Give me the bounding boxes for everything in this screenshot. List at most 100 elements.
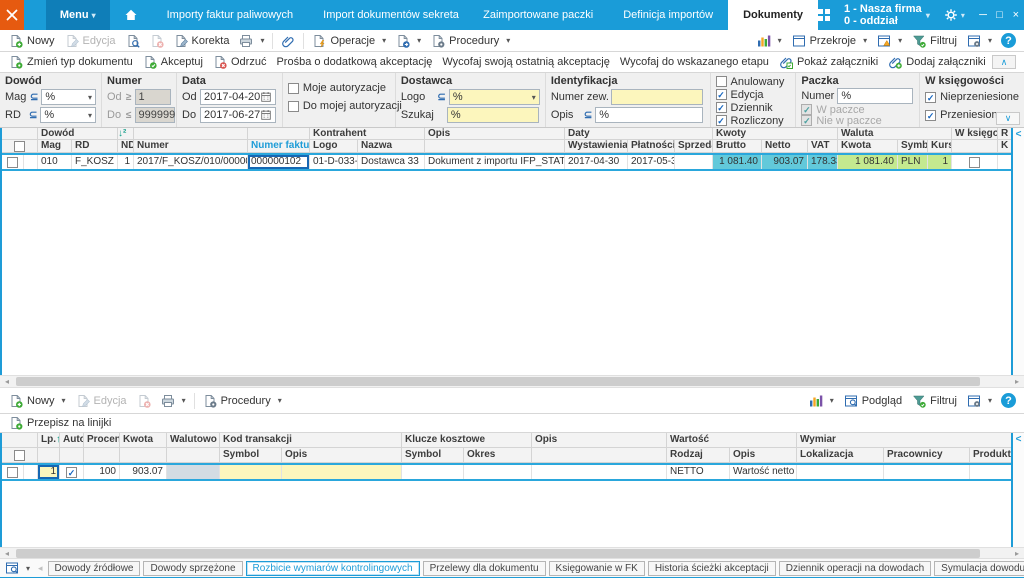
- withdraw-to-stage-button[interactable]: Wycofaj do wskazanego etapu: [615, 52, 774, 72]
- tab-importy-faktur[interactable]: Importy faktur paliwowych: [152, 0, 309, 30]
- column-lokalizacja[interactable]: Lokalizacja: [797, 448, 884, 462]
- export-button[interactable]: ▾: [391, 31, 426, 51]
- row-checkbox[interactable]: [7, 466, 18, 478]
- show-attachments-button[interactable]: Pokaż załączniki: [774, 52, 883, 72]
- add-attachments-button[interactable]: Dodaj załączniki: [883, 52, 990, 72]
- column-opis[interactable]: Opis: [425, 128, 565, 139]
- cell-nazwa[interactable]: Dostawca 33: [358, 155, 425, 169]
- print-button[interactable]: ▾: [234, 31, 269, 51]
- column-kt-opis[interactable]: Opis: [282, 448, 402, 462]
- cell-kk-symbol[interactable]: [402, 465, 464, 479]
- cell-pracownicy[interactable]: [884, 465, 970, 479]
- chart-button[interactable]: ▾: [804, 391, 839, 411]
- column-kwota[interactable]: Kwota: [120, 433, 167, 447]
- menu-button[interactable]: Menu ▾: [45, 0, 110, 30]
- panel-search-button[interactable]: ▾: [2, 559, 33, 577]
- select-all-checkbox[interactable]: [14, 140, 25, 152]
- sections-button[interactable]: Przekroje ▾: [787, 31, 872, 51]
- column-rd[interactable]: RD: [72, 140, 118, 152]
- column-procent[interactable]: Procent: [84, 433, 120, 447]
- cell-numer[interactable]: 2017/F_KOSZ/010/000001: [134, 155, 248, 169]
- operator-icon[interactable]: ⊆: [30, 92, 38, 103]
- tab-dziennik-operacji[interactable]: Dziennik operacji na dowodach: [778, 560, 932, 576]
- cell-waluta-symbol[interactable]: PLN: [898, 155, 928, 169]
- cell-wartosc-opis[interactable]: Wartość netto: [730, 465, 797, 479]
- rewrite-to-lines-button[interactable]: Przepisz na linijki: [4, 413, 116, 433]
- edit-button[interactable]: Edycja: [60, 31, 121, 51]
- table-row[interactable]: 010 F_KOSZ 1 2017/F_KOSZ/010/000001 0000…: [2, 153, 1024, 171]
- cell-platnosci[interactable]: 2017-05-30: [628, 155, 675, 169]
- grid-settings-button[interactable]: ▾: [962, 31, 997, 51]
- scroll-right-icon[interactable]: ▸: [1010, 377, 1024, 386]
- procedures-line-button[interactable]: Procedury ▾: [198, 391, 287, 411]
- rozliczony-checkbox[interactable]: ✓: [715, 115, 727, 126]
- cell-kt-opis[interactable]: [282, 465, 402, 479]
- column-wystawienia[interactable]: Wystawienia: [565, 140, 628, 152]
- column-rodzaj[interactable]: Rodzaj: [667, 448, 730, 462]
- column-mag[interactable]: Mag: [38, 140, 72, 152]
- cell-opis[interactable]: [532, 465, 667, 479]
- sort-indicator-icon[interactable]: ↓²: [118, 128, 126, 139]
- group-wymiar[interactable]: Wymiar: [797, 433, 1012, 447]
- column-sprzedazy[interactable]: Sprzedaży: [675, 140, 713, 152]
- cell-procent[interactable]: 100: [84, 465, 120, 479]
- column-numer-faktury[interactable]: Numer faktury: [248, 140, 310, 152]
- mag-select[interactable]: % ▾: [41, 89, 96, 105]
- cell-sprzedazy[interactable]: [675, 155, 713, 169]
- edycja-checkbox[interactable]: ✓: [715, 89, 727, 100]
- column-kwota[interactable]: Kwota: [838, 140, 898, 152]
- grid-settings-button[interactable]: ▾: [962, 391, 997, 411]
- change-type-button[interactable]: Zmień typ dokumentu: [4, 52, 138, 72]
- grid-empty-area[interactable]: [2, 171, 1024, 373]
- numer-od-input[interactable]: 1: [134, 89, 171, 105]
- opis-input[interactable]: %: [595, 107, 704, 123]
- cell-kt-symbol[interactable]: [220, 465, 282, 479]
- filter-button[interactable]: Filtruj: [907, 391, 962, 411]
- print-line-button[interactable]: ▾: [156, 391, 191, 411]
- cell-logo[interactable]: 01-D-033-C: [310, 155, 358, 169]
- anulowany-checkbox[interactable]: [715, 76, 727, 87]
- home-button[interactable]: [110, 0, 152, 30]
- cell-lp[interactable]: 1: [38, 465, 60, 479]
- scroll-left-icon[interactable]: ◂: [0, 549, 14, 558]
- group-r[interactable]: R: [998, 128, 1010, 139]
- calendar-icon[interactable]: [260, 91, 272, 103]
- column-produkty[interactable]: Produkty: [970, 448, 1012, 462]
- cell-waluta-kwota[interactable]: 1 081.40: [838, 155, 898, 169]
- column-kk-okres[interactable]: Okres: [464, 448, 532, 462]
- column-logo[interactable]: Logo: [310, 140, 358, 152]
- tab-historia-akceptacji[interactable]: Historia ścieżki akceptacji: [647, 560, 776, 576]
- logo-select[interactable]: % ▾: [448, 89, 540, 105]
- cell-produkty[interactable]: [970, 465, 1012, 479]
- scrollbar-thumb[interactable]: [16, 548, 980, 558]
- scroll-left-icon[interactable]: ◂: [0, 377, 14, 386]
- row-checkbox[interactable]: [7, 156, 18, 168]
- przeniesione-checkbox[interactable]: ✓: [925, 109, 937, 121]
- scrollbar-thumb[interactable]: [16, 377, 980, 386]
- paczka-numer-input[interactable]: %: [837, 88, 914, 104]
- cell-vat[interactable]: 178.33: [808, 155, 838, 169]
- grid-empty-area[interactable]: [2, 481, 1024, 545]
- chart-button[interactable]: ▾: [752, 31, 787, 51]
- column-pracownicy[interactable]: Pracownicy: [884, 448, 970, 462]
- cell-lokalizacja[interactable]: [797, 465, 884, 479]
- numer-zew-input[interactable]: [610, 89, 703, 105]
- cell-kk-okres[interactable]: [464, 465, 532, 479]
- minimize-button[interactable]: ─: [975, 9, 991, 21]
- tab-definicja-importow[interactable]: Definicja importów: [608, 0, 728, 30]
- withdraw-last-approval-button[interactable]: Wycofaj swoją ostatnią akceptację: [437, 52, 614, 72]
- expand-side-panel-button[interactable]: <: [1013, 433, 1024, 447]
- tab-przelewy[interactable]: Przelewy dla dokumentu: [422, 560, 546, 576]
- operations-button[interactable]: Operacje ▾: [307, 31, 391, 51]
- column-platnosci[interactable]: Płatności: [628, 140, 675, 152]
- cell-rd[interactable]: F_KOSZ: [72, 155, 118, 169]
- reject-button[interactable]: Odrzuć: [208, 52, 271, 72]
- views-button[interactable]: ▾: [872, 31, 907, 51]
- w-ksiegowosci-checkbox[interactable]: [969, 156, 980, 168]
- column-k[interactable]: K: [998, 140, 1010, 152]
- collapse-filter-panel-button[interactable]: ∧: [992, 55, 1016, 69]
- horizontal-scrollbar[interactable]: ◂ ▸: [0, 547, 1024, 559]
- delete-button[interactable]: [145, 31, 169, 51]
- cell-nd[interactable]: 1: [118, 155, 134, 169]
- group-klucze-kosztowe[interactable]: Klucze kosztowe: [402, 433, 532, 447]
